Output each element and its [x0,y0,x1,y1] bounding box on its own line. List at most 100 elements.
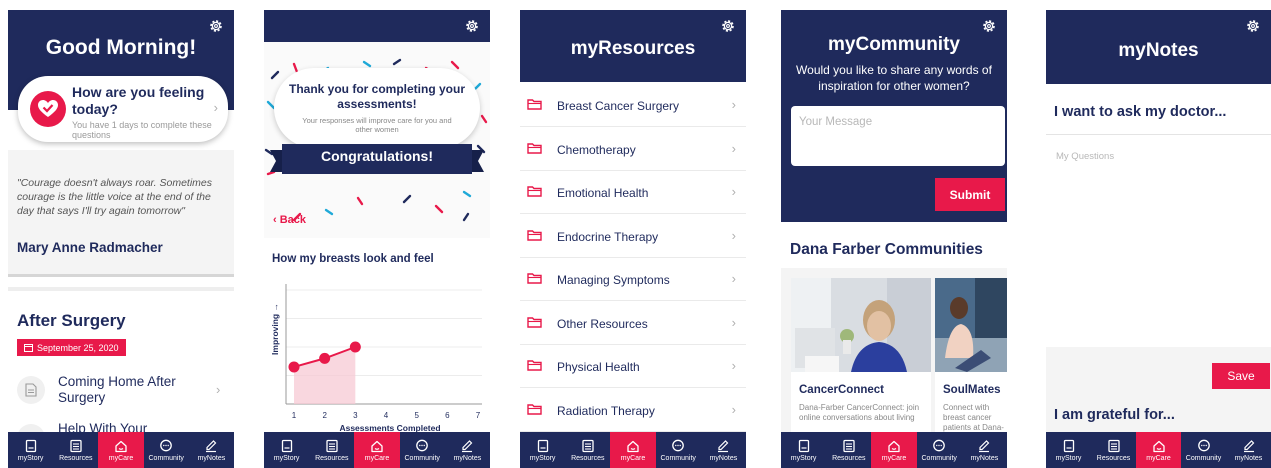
resource-item[interactable]: Breast Cancer Surgery › [520,84,746,127]
resource-label: Chemotherapy [557,142,636,157]
community-photo [935,278,1007,372]
tab-mynotes[interactable]: myNotes [189,432,234,468]
screen-resources: myResources Breast Cancer Surgery › Chemot… [520,10,746,468]
folder-icon [527,99,542,110]
community-card[interactable]: SoulMates Connect with breast cancer pat… [935,278,1007,438]
submit-button[interactable]: Submit [935,178,1005,211]
tab-mycare[interactable]: myCare [1136,432,1181,468]
folder-icon [527,403,542,415]
tab-mynotes[interactable]: myNotes [1226,432,1271,468]
tab-mynotes[interactable]: myNotes [445,432,490,468]
tab-mystory[interactable]: myStory [8,432,53,468]
calendar-icon [24,344,33,352]
tab-resources[interactable]: Resources [565,432,610,468]
home-icon [371,440,383,452]
chevron-right-icon: › [731,314,736,330]
chevron-right-icon: › [216,382,221,397]
resource-label: Emotional Health [557,186,649,200]
tab-label: Community [1185,454,1222,462]
resource-item[interactable]: Radiation Therapy › [520,389,746,432]
tab-mycare[interactable]: myCare [354,432,400,468]
page-title: myNotes [1118,40,1199,61]
community-card[interactable]: CancerConnect Dana-Farber CancerConnect:… [791,278,931,438]
thanks-card: Thank you for completing your assessment… [274,68,480,148]
tab-label: myStory [273,454,300,462]
feeling-card[interactable]: How are you feeling today? You have 1 da… [18,76,228,142]
tab-resources[interactable]: Resources [826,432,871,468]
chat-icon [672,439,685,451]
bottom-tab-bar: myStory Resources myCare Community myNot… [1046,432,1271,468]
gear-icon[interactable] [981,18,997,34]
chart-title: How my breasts look and feel [272,253,434,265]
tab-mycare[interactable]: myCare [871,432,917,468]
resource-item[interactable]: Other Resources › [520,302,746,345]
message-input[interactable] [791,106,1005,166]
questions-input[interactable]: My Questions [1056,151,1114,162]
tab-label: Resources [571,454,605,462]
thanks-title: Thank you for completing your assessment… [288,82,465,111]
tab-label: myNotes [453,454,482,462]
tab-label: myCare [364,454,390,462]
lesson-item[interactable]: Coming Home After Surgery [58,374,208,406]
tab-community[interactable]: Community [400,432,445,468]
card-title: CancerConnect [799,384,884,396]
tab-community[interactable]: Community [917,432,962,468]
feeling-subtext: You have 1 days to complete these questi… [72,120,212,140]
save-button[interactable]: Save [1212,363,1270,389]
progress-chart: 1 2 3 4 5 6 7Assessments CompletedImproving → [270,284,482,433]
grateful-label: I am grateful for... [1054,407,1175,423]
document-icon [17,376,45,404]
tab-community[interactable]: Community [656,432,701,468]
tab-mycare[interactable]: myCare [610,432,656,468]
folder-icon [527,229,542,241]
back-link[interactable]: ‹ Back [273,214,306,226]
tab-mynotes[interactable]: myNotes [962,432,1007,468]
tab-mycare[interactable]: myCare [98,432,144,468]
chevron-right-icon: › [731,184,736,199]
tab-mystory[interactable]: myStory [781,432,826,468]
tab-mystory[interactable]: myStory [520,432,565,468]
tab-label: myCare [881,454,907,462]
home-icon [115,440,127,452]
tab-resources[interactable]: Resources [53,432,98,468]
x-tick-label: 7 [476,411,481,420]
bottom-tab-bar: myStory Resources myCare Community myNot… [8,432,234,468]
tab-label: myNotes [970,454,999,462]
tab-mystory[interactable]: myStory [264,432,309,468]
section-title: Dana Farber Communities [790,241,983,258]
y-axis-label: Improving → [270,303,280,355]
tab-mynotes[interactable]: myNotes [701,432,746,468]
folder-icon [527,360,542,371]
gear-icon[interactable] [1245,18,1261,34]
tab-resources[interactable]: Resources [1091,432,1136,468]
folder-icon [527,273,542,284]
resource-item[interactable]: Chemotherapy › [520,128,746,171]
gear-icon[interactable] [208,18,224,34]
chevron-right-icon: › [731,97,736,112]
tab-label: myNotes [709,454,738,462]
data-point [349,341,361,353]
resource-item[interactable]: Managing Symptoms › [520,258,746,301]
divider [1046,134,1271,135]
chat-icon [160,439,173,451]
folder-icon [527,186,542,197]
community-photo [791,278,931,372]
chevron-right-icon: › [731,227,736,243]
x-tick-label: 6 [445,411,450,420]
resource-label: Radiation Therapy [557,403,655,418]
gear-icon[interactable] [464,18,480,34]
x-tick-label: 3 [353,411,358,420]
tab-resources[interactable]: Resources [309,432,354,468]
resource-item[interactable]: Endocrine Therapy › [520,215,746,258]
list-icon [70,439,82,452]
tab-mystory[interactable]: myStory [1046,432,1091,468]
resource-item[interactable]: Emotional Health › [520,171,746,214]
tab-community[interactable]: Community [144,432,189,468]
chevron-right-icon: › [213,100,218,115]
date-text: September 25, 2020 [37,342,119,353]
resource-item[interactable]: Physical Health › [520,345,746,388]
gear-icon[interactable] [720,18,736,34]
tab-community[interactable]: Community [1181,432,1226,468]
greeting-title: Good Morning! [45,36,197,59]
tab-label: Community [660,454,696,462]
